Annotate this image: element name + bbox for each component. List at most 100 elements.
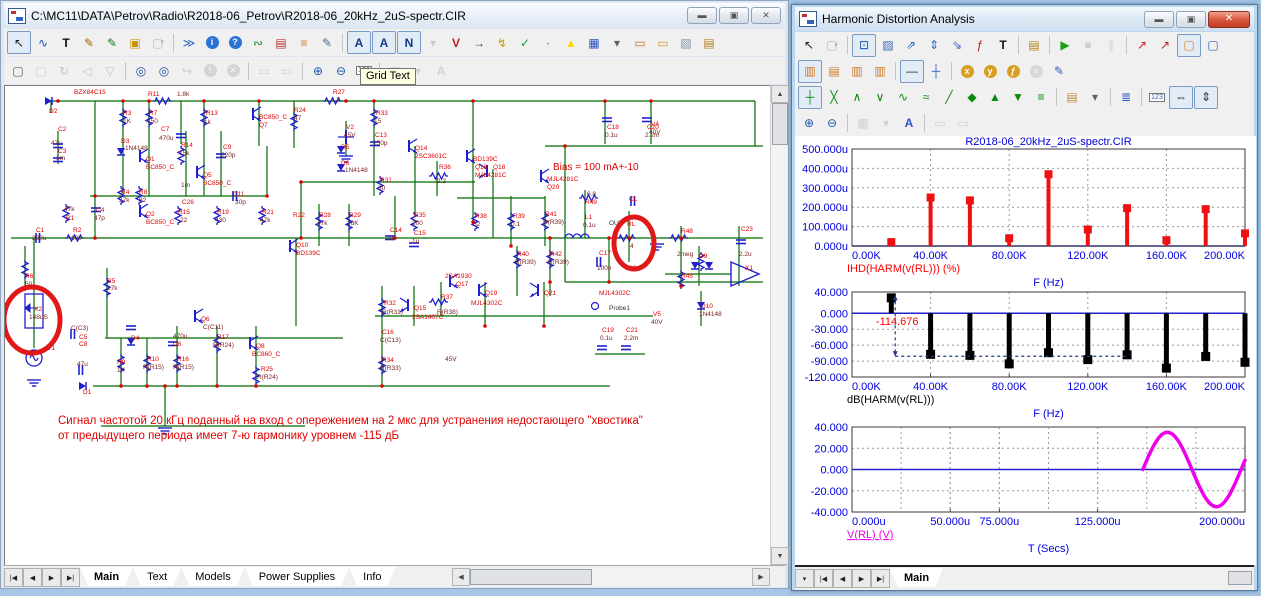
model-check-button[interactable]: ▤ xyxy=(270,32,292,53)
info-button[interactable]: i xyxy=(201,32,223,53)
clipboard-menu-button[interactable]: ▾ xyxy=(1084,87,1106,108)
node-voltages-toggle-button[interactable]: V xyxy=(445,32,467,53)
fx-cursor-button[interactable]: ƒ xyxy=(1002,61,1024,82)
grid-toggle-button[interactable]: ▦ xyxy=(583,32,605,53)
scale-mode-button[interactable]: ⊡ xyxy=(852,34,876,57)
vscroll-thumb[interactable] xyxy=(772,103,788,145)
new-page-button[interactable]: ▭ xyxy=(629,32,651,53)
clipboard-button[interactable]: ▤ xyxy=(1061,87,1083,108)
schematic-titlebar[interactable]: C:\MC11\DATA\Petrov\Radio\R2018-06_Petro… xyxy=(4,3,785,28)
properties-button[interactable]: ▤ xyxy=(698,32,720,53)
schematic-hscrollbar[interactable]: ◀ ▶ xyxy=(452,568,770,585)
valley-button[interactable]: ∨ xyxy=(869,87,891,108)
text-mode-button[interactable]: T xyxy=(55,32,77,53)
node-numbers-toggle-button[interactable]: N xyxy=(397,31,421,54)
hscroll-thumb[interactable] xyxy=(1228,571,1252,585)
first-page-button[interactable]: |◀ xyxy=(814,569,833,588)
scale-corner-button[interactable]: ⇘ xyxy=(946,35,968,56)
previous-point-button[interactable]: ╳ xyxy=(823,87,845,108)
last-page-button[interactable]: ▶| xyxy=(871,569,890,588)
numeric-output-button[interactable]: ≣ xyxy=(1115,87,1137,108)
next-page-button[interactable]: ▶ xyxy=(852,569,871,588)
flow-text-button[interactable]: ≫ xyxy=(178,32,200,53)
plot-layout-1-button[interactable]: ▥ xyxy=(798,60,822,83)
analysis-titlebar[interactable]: Harmonic Distortion Analysis ▬ ▣ ✕ xyxy=(795,7,1254,31)
schematic-canvas[interactable]: BZX84C15D2R111.8kR31KR7750C247uC7470uR13… xyxy=(4,85,771,566)
scale-diagonal-button[interactable]: ⇗ xyxy=(900,35,922,56)
text-page-button[interactable]: ▭ xyxy=(652,32,674,53)
x-axis-tag-button[interactable]: ⇔ xyxy=(1169,86,1193,109)
close-button[interactable]: ✕ xyxy=(751,7,781,24)
edit-notes-button[interactable]: ✎ xyxy=(316,32,338,53)
minimize-button[interactable]: ▬ xyxy=(687,7,717,24)
run-button[interactable]: ▶ xyxy=(1054,35,1076,56)
fx-mode-button[interactable]: ƒ xyxy=(969,35,991,56)
current-toggle-button[interactable]: → xyxy=(468,32,490,53)
hscroll-thumb[interactable] xyxy=(470,569,592,585)
select-region-button[interactable]: ▢ xyxy=(1177,34,1201,57)
select-box-button[interactable]: ▢ xyxy=(7,60,29,81)
web-link-button[interactable]: ∾ xyxy=(247,32,269,53)
tab-models[interactable]: Models xyxy=(181,567,244,586)
global-high-button[interactable]: ▲ xyxy=(984,87,1006,108)
line-mode-button[interactable]: ✎ xyxy=(78,32,100,53)
graphics-mode-button[interactable]: ✎ xyxy=(101,32,123,53)
low-button[interactable]: ≈ xyxy=(915,87,937,108)
condition-toggle-button[interactable]: ✓ xyxy=(514,32,536,53)
analog-cursor-button[interactable]: ↗ xyxy=(1131,35,1153,56)
find-next-button[interactable]: ◎ xyxy=(153,60,175,81)
select-tool-button[interactable]: ↖ xyxy=(7,31,31,54)
plot-layout-3-button[interactable]: ▥ xyxy=(846,61,868,82)
peak-button[interactable]: ∧ xyxy=(846,87,868,108)
schematic-vscrollbar[interactable]: ▲ ▼ xyxy=(770,85,788,565)
power-toggle-button[interactable]: ↯ xyxy=(491,32,513,53)
scroll-left-icon[interactable]: ◀ xyxy=(452,568,470,586)
wire-mode-button[interactable]: ∿ xyxy=(32,32,54,53)
close-button[interactable]: ✕ xyxy=(1208,11,1250,28)
prev-page-button[interactable]: ◀ xyxy=(833,569,852,588)
cursor-mode-button[interactable]: ┼ xyxy=(925,61,947,82)
tab-info[interactable]: Info xyxy=(349,567,395,586)
bill-of-materials-button[interactable]: ≡ xyxy=(293,32,315,53)
last-page-button[interactable]: ▶| xyxy=(61,568,80,587)
global-low-button[interactable]: ▼ xyxy=(1007,87,1029,108)
region-select-mode-button[interactable]: ▧ xyxy=(675,32,697,53)
digital-cursor-button[interactable]: ↗ xyxy=(1154,35,1176,56)
edit-button[interactable]: ✎ xyxy=(1048,61,1070,82)
prev-page-button[interactable]: ◀ xyxy=(23,568,42,587)
scroll-right-icon[interactable]: ▶ xyxy=(752,568,770,586)
pin-connections-toggle-button[interactable]: ∙ xyxy=(537,32,559,53)
maximize-button[interactable]: ▣ xyxy=(719,7,749,24)
x-cursor-button[interactable]: x xyxy=(956,61,978,82)
minimize-button[interactable]: ▬ xyxy=(1144,11,1174,28)
zoom-in-button[interactable]: ⊕ xyxy=(307,60,329,81)
plot-layout-2-button[interactable]: ▤ xyxy=(823,61,845,82)
picture-mode-button[interactable]: ▣ xyxy=(124,32,146,53)
attribute-text-toggle-button[interactable]: A xyxy=(347,31,371,54)
help-button[interactable]: ? xyxy=(224,32,246,53)
scroll-up-icon[interactable]: ▲ xyxy=(771,85,789,103)
number-format-button[interactable]: 123 xyxy=(1146,87,1168,108)
tab-power-supplies[interactable]: Power Supplies xyxy=(245,567,349,586)
next-page-button[interactable]: ▶ xyxy=(42,568,61,587)
select-tool-button[interactable]: ↖ xyxy=(798,35,820,56)
plot-layout-4-button[interactable]: ▥ xyxy=(869,61,891,82)
high-button[interactable]: ∿ xyxy=(892,87,914,108)
inflection-button[interactable]: ◆ xyxy=(961,87,983,108)
graph-window-button[interactable]: ▨ xyxy=(877,35,899,56)
scale-vertical-button[interactable]: ⇕ xyxy=(923,35,945,56)
find-button[interactable]: ◎ xyxy=(130,60,152,81)
zoom-region-button[interactable]: ▢ xyxy=(1202,35,1224,56)
tab-main[interactable]: Main xyxy=(890,568,943,587)
scroll-down-icon[interactable]: ▼ xyxy=(771,547,789,565)
page-menu-button[interactable]: ▾ xyxy=(795,569,814,588)
properties-button[interactable]: ▤ xyxy=(1023,35,1045,56)
grid-text-toggle-button[interactable]: A xyxy=(372,31,396,54)
y-axis-tag-button[interactable]: ⇕ xyxy=(1194,86,1218,109)
tab-main[interactable]: Main xyxy=(80,567,133,586)
zoom-in-button[interactable]: ⊕ xyxy=(798,113,820,134)
zoom-out-button[interactable]: ⊖ xyxy=(821,113,843,134)
tab-text[interactable]: Text xyxy=(133,567,181,586)
analysis-plot-area[interactable]: 0.00K40.00K80.00K120.00K160.00K200.00K50… xyxy=(795,136,1256,565)
warning-toggle-button[interactable]: ▲ xyxy=(560,32,582,53)
